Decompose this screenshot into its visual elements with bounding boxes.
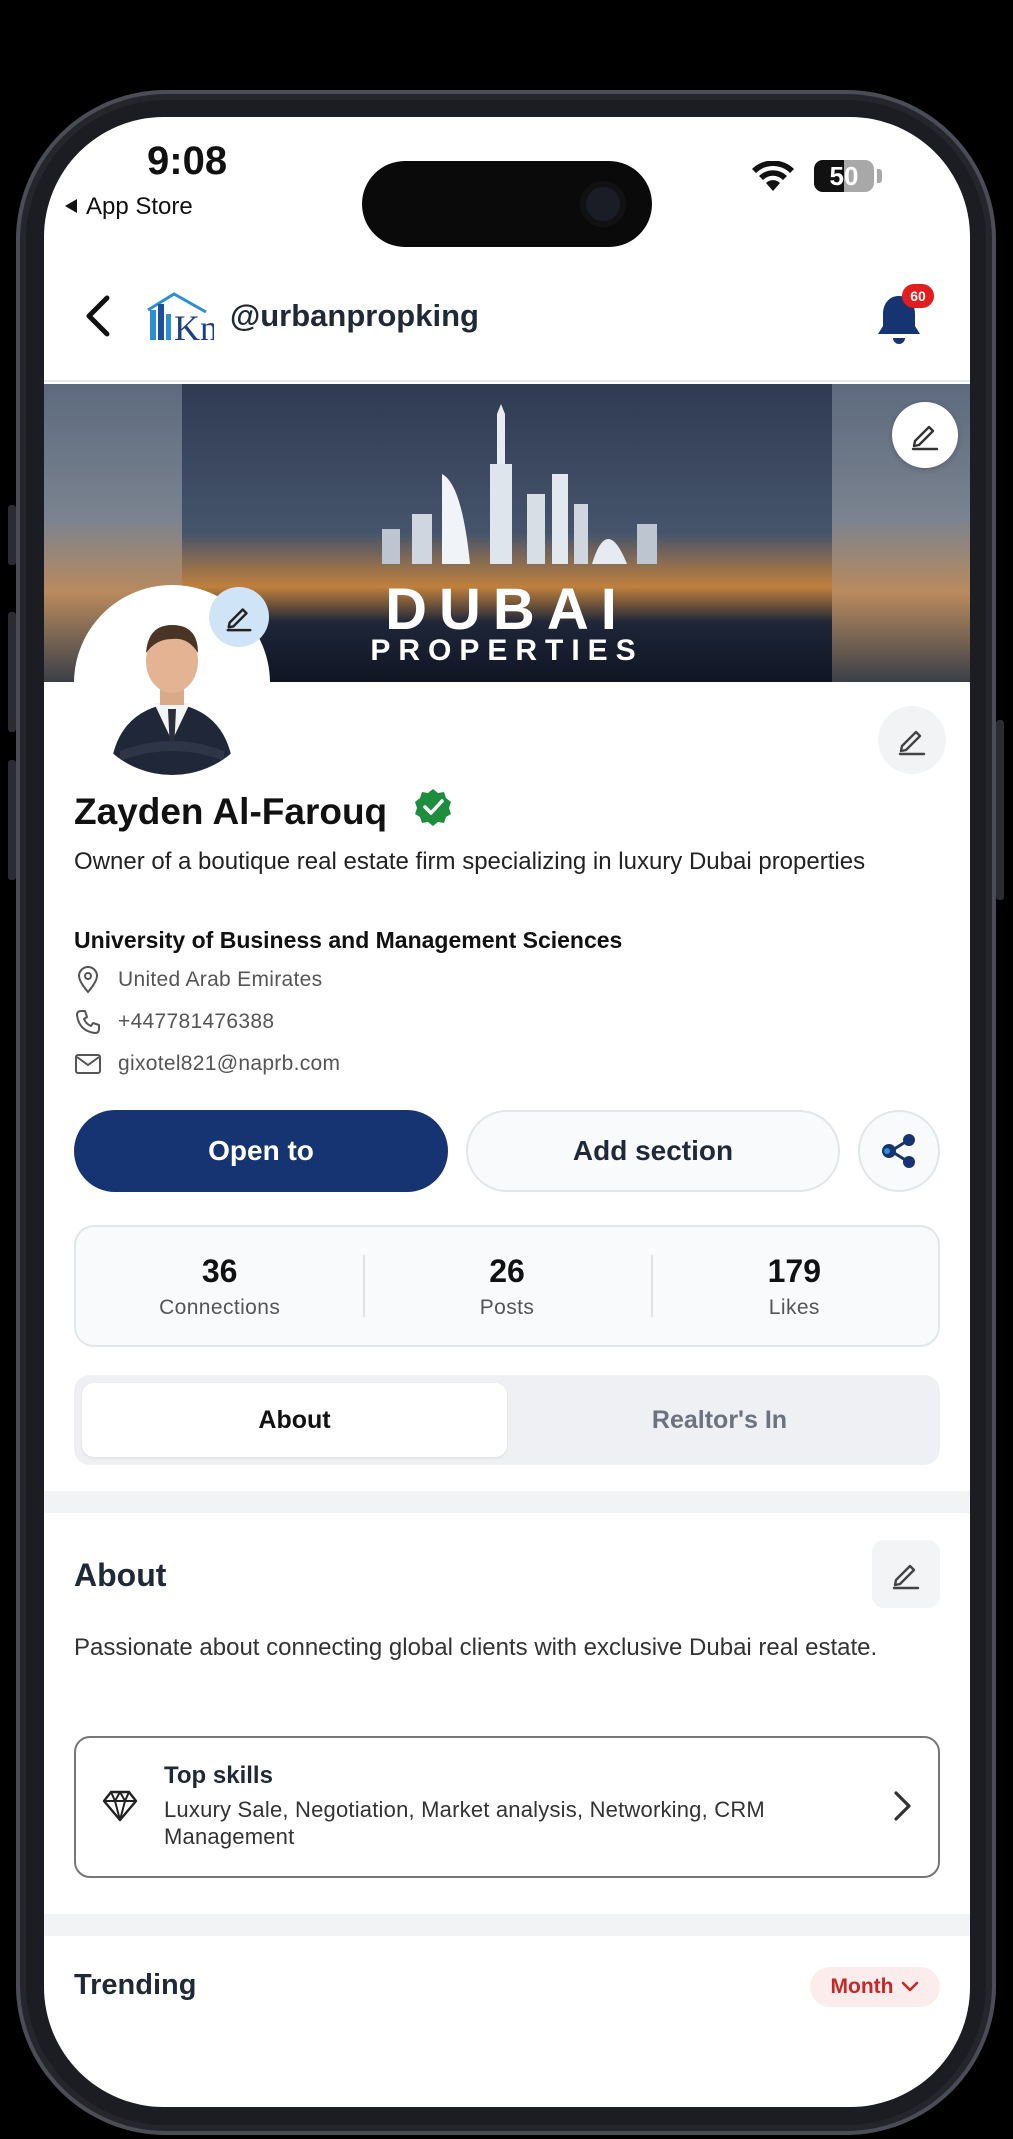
logo-text: Kn bbox=[174, 308, 214, 342]
profile-university: University of Business and Management Sc… bbox=[74, 927, 623, 953]
status-bar: 9:08 App Store 50 bbox=[44, 117, 970, 247]
stat-likes[interactable]: 179 Likes bbox=[650, 1227, 938, 1345]
location-pin-icon bbox=[74, 966, 102, 994]
location-text: United Arab Emirates bbox=[118, 968, 323, 991]
stat-value: 26 bbox=[489, 1252, 525, 1289]
profile-name: Zayden Al-Farouq bbox=[74, 790, 388, 832]
profile-name-row: Zayden Al-Farouq bbox=[74, 787, 453, 836]
skyline-illustration bbox=[382, 404, 657, 564]
dynamic-island bbox=[362, 161, 652, 247]
brand-logo: Kn bbox=[144, 290, 218, 348]
profile-handle: @urbanpropking bbox=[230, 298, 479, 333]
edit-about-button[interactable] bbox=[872, 1540, 940, 1608]
section-divider bbox=[44, 1491, 970, 1513]
email-text: gixotel821@naprb.com bbox=[118, 1052, 341, 1075]
phone-row[interactable]: +447781476388 bbox=[74, 1008, 274, 1036]
about-text: Passionate about connecting global clien… bbox=[74, 1634, 878, 1661]
phone-text: +447781476388 bbox=[118, 1010, 275, 1033]
wifi-icon bbox=[750, 160, 796, 198]
open-to-button[interactable]: Open to bbox=[74, 1110, 448, 1192]
edit-avatar-button[interactable] bbox=[209, 587, 269, 647]
pencil-icon bbox=[911, 425, 939, 451]
stat-label: Posts bbox=[479, 1295, 535, 1319]
phone-screen: 9:08 App Store 50 Kn @urbanpropking 60 D… bbox=[44, 117, 970, 2107]
edit-profile-button[interactable] bbox=[878, 706, 946, 774]
pencil-icon bbox=[892, 1564, 920, 1590]
period-dropdown[interactable]: Month bbox=[810, 1967, 940, 2007]
add-section-button[interactable]: Add section bbox=[466, 1110, 840, 1192]
banner-title: DUBAI bbox=[385, 577, 629, 642]
stat-connections[interactable]: 36 Connections bbox=[76, 1227, 363, 1345]
battery-tip bbox=[877, 169, 882, 183]
stat-value: 179 bbox=[767, 1252, 822, 1289]
battery-level: 50 bbox=[829, 161, 859, 191]
skills-title: Top skills bbox=[164, 1762, 273, 1789]
location-row: United Arab Emirates bbox=[74, 966, 322, 994]
status-time: 9:08 bbox=[147, 139, 228, 183]
phone-icon bbox=[74, 1008, 102, 1036]
top-skills-card[interactable]: Top skills Luxury Sale, Negotiation, Mar… bbox=[74, 1736, 940, 1878]
chevron-right-icon bbox=[892, 1790, 912, 1827]
pencil-icon bbox=[226, 608, 252, 632]
camera-icon bbox=[580, 181, 626, 227]
banner-subtitle: PROPERTIES bbox=[370, 634, 644, 667]
stat-label: Likes bbox=[768, 1295, 820, 1319]
back-triangle-icon bbox=[64, 193, 78, 221]
tab-realtors-in[interactable]: Realtor's In bbox=[507, 1383, 932, 1457]
stat-label: Connections bbox=[159, 1295, 281, 1319]
pencil-icon bbox=[898, 730, 926, 756]
side-button-volume-down bbox=[8, 760, 16, 880]
section-divider bbox=[44, 1914, 970, 1936]
share-icon bbox=[882, 1134, 915, 1168]
stat-posts[interactable]: 26 Posts bbox=[363, 1227, 650, 1345]
tab-about[interactable]: About bbox=[82, 1383, 507, 1457]
chevron-down-icon bbox=[902, 1981, 919, 1992]
period-label: Month bbox=[830, 1975, 894, 1998]
about-title: About bbox=[74, 1557, 167, 1593]
side-button-volume-up bbox=[8, 612, 16, 732]
trending-title: Trending bbox=[74, 1969, 197, 2001]
cover-image: DUBAI PROPERTIES bbox=[182, 384, 832, 682]
profile-header: Kn @urbanpropking 60 bbox=[44, 252, 970, 382]
profile-bio: Owner of a boutique real estate firm spe… bbox=[74, 848, 866, 875]
battery-icon: 50 bbox=[814, 160, 874, 192]
side-button-action bbox=[8, 505, 16, 565]
notification-count-badge: 60 bbox=[902, 284, 934, 308]
profile-stats: 36 Connections 26 Posts 179 Likes bbox=[74, 1225, 940, 1347]
chevron-left-icon bbox=[86, 295, 110, 337]
edit-cover-button[interactable] bbox=[892, 402, 958, 468]
stat-value: 36 bbox=[201, 1252, 238, 1289]
back-to-app-store[interactable]: App Store bbox=[64, 193, 193, 221]
back-app-label: App Store bbox=[86, 193, 193, 220]
back-button[interactable] bbox=[68, 286, 128, 346]
verified-badge-icon bbox=[413, 787, 453, 836]
side-button-power bbox=[996, 720, 1004, 900]
mail-icon bbox=[74, 1050, 102, 1078]
skills-list: Luxury Sale, Negotiation, Market analysi… bbox=[164, 1797, 765, 1849]
email-row[interactable]: gixotel821@naprb.com bbox=[74, 1050, 340, 1078]
profile-tabs: About Realtor's In bbox=[74, 1375, 940, 1465]
diamond-icon bbox=[102, 1790, 138, 1827]
share-button[interactable] bbox=[858, 1110, 940, 1192]
